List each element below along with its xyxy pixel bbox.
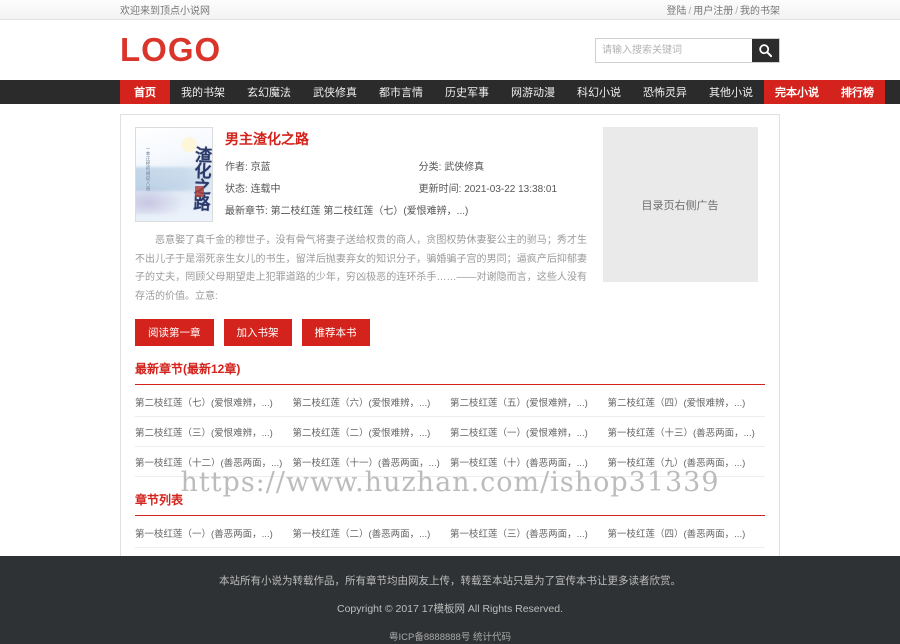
cover-seal-icon — [195, 186, 204, 197]
chapter-link[interactable]: 第二枝红莲（七）(爱恨难辨，...) — [135, 387, 293, 417]
nav-item-label: 历史军事 — [445, 87, 489, 99]
main-navigation: 首页 我的书架 玄幻魔法 武侠修真 都市言情 历史军事 网游动漫 科幻小说 恐怖灵异 其他小说 完本… — [0, 80, 900, 104]
nav-item-label: 科幻小说 — [577, 87, 621, 99]
nav-item-label: 恐怖灵异 — [643, 87, 687, 99]
search-button[interactable] — [752, 38, 779, 62]
chapter-link[interactable]: 第二枝红莲（五）(爱恨难辨，...) — [450, 387, 608, 417]
chapter-link[interactable]: 第一枝红莲（十三）(善恶两面，...) — [607, 417, 765, 447]
latest-chapters-heading: 最新章节(最新12章) — [135, 346, 765, 385]
chapter-list-heading: 章节列表 — [135, 477, 765, 516]
book-author-cell: 作者: 京蓝 — [225, 158, 419, 173]
book-title: 男主渣化之路 — [225, 131, 309, 147]
chapter-link[interactable]: 第一枝红莲（九）(善恶两面，...) — [607, 447, 765, 477]
link-separator: / — [688, 6, 692, 17]
footer-copyright: Copyright © 2017 17模板网 All Rights Reserv… — [336, 603, 563, 615]
chapter-link[interactable]: 第一枝红莲（十二）(善恶两面，...) — [135, 447, 293, 477]
nav-item-label: 排行榜 — [841, 87, 874, 99]
site-header: LOGO — [0, 20, 900, 80]
nav-item-4[interactable]: 都市言情 — [368, 80, 434, 104]
book-cover-image[interactable]: 渣化之路 一本正经的胡说八道 — [135, 127, 213, 222]
search-icon — [758, 43, 773, 58]
nav-item-3[interactable]: 武侠修真 — [302, 80, 368, 104]
chapter-link[interactable]: 第二枝红莲（四）(爱恨难辨，...) — [607, 387, 765, 417]
chapter-link[interactable]: 第二枝红莲（一）(爱恨难辨，...) — [450, 417, 608, 447]
top-utility-bar: 欢迎来到顶点小说网 登陆 / 用户注册 / 我的书架 — [0, 0, 900, 20]
latest-chapter-link[interactable]: 第二枝红莲 第二枝红莲（七）(爱恨难辨，...) — [271, 206, 469, 217]
book-meta-row-2: 状态: 连载中 更新时间: 2021-03-22 13:38:01 — [225, 180, 587, 195]
nav-item-label: 我的书架 — [181, 87, 225, 99]
nav-item-label: 其他小说 — [709, 87, 753, 99]
welcome-text: 欢迎来到顶点小说网 — [120, 6, 210, 17]
link-separator: / — [735, 6, 738, 17]
recommend-book-button[interactable]: 推荐本书 — [301, 319, 370, 346]
nav-item-11[interactable]: 排行榜 — [830, 80, 885, 104]
book-action-buttons: 阅读第一章 加入书架 推荐本书 — [135, 319, 587, 346]
footer-icp: 粤ICP备8888888号 统计代码 — [389, 632, 511, 643]
book-description: 恶意娶了真千金的穆世子，没有骨气将妻子送给权贵的商人，贪图权势休妻娶公主的驸马；… — [135, 235, 587, 302]
chapter-link[interactable]: 第二枝红莲（六）(爱恨难辨，...) — [292, 387, 450, 417]
footer-disclaimer: 本站所有小说为转载作品，所有章节均由网友上传，转载至本站只是为了宣传本书让更多读… — [219, 575, 681, 587]
chapter-link[interactable]: 第一枝红莲（一）(善恶两面，...) — [135, 518, 293, 548]
search-box — [595, 37, 780, 63]
update-time-label: 更新时间: — [418, 184, 462, 195]
nav-item-8[interactable]: 恐怖灵异 — [632, 80, 698, 104]
latest-chapters-list: 第二枝红莲（七）(爱恨难辨，...) 第二枝红莲（六）(爱恨难辨，...) 第二枝红… — [135, 387, 765, 477]
my-bookshelf-link[interactable]: 我的书架 — [740, 6, 780, 17]
search-input[interactable] — [596, 38, 752, 62]
chapter-link[interactable]: 第一枝红莲（四）(善恶两面，...) — [607, 518, 765, 548]
author-label: 作者: — [225, 162, 248, 173]
category-value[interactable]: 武侠修真 — [444, 162, 484, 173]
register-link[interactable]: 用户注册 — [693, 6, 733, 17]
book-latest-chapter-row: 最新章节: 第二枝红莲 第二枝红莲（七）(爱恨难辨，...) — [225, 202, 587, 217]
nav-item-label: 网游动漫 — [511, 87, 555, 99]
chapter-link[interactable]: 第二枝红莲（二）(爱恨难辨，...) — [292, 417, 450, 447]
status-value: 连载中 — [250, 184, 281, 195]
update-time-value: 2021-03-22 13:38:01 — [464, 184, 558, 195]
sidebar-advertisement[interactable]: 目录页右侧广告 — [602, 127, 758, 282]
status-label: 状态: — [225, 184, 248, 195]
cover-subtitle: 一本正经的胡说八道 — [146, 146, 151, 191]
nav-item-9[interactable]: 其他小说 — [698, 80, 764, 104]
book-category-cell: 分类: 武侠修真 — [419, 158, 587, 173]
nav-item-label: 玄幻魔法 — [247, 87, 291, 99]
login-link[interactable]: 登陆 — [666, 6, 686, 17]
book-detail: 渣化之路 一本正经的胡说八道 男主渣化之路 作者: 京蓝 分类: 武侠修真 状态… — [135, 127, 587, 222]
nav-item-label: 首页 — [134, 87, 156, 99]
author-value[interactable]: 京蓝 — [251, 162, 271, 173]
nav-item-6[interactable]: 网游动漫 — [500, 80, 566, 104]
category-label: 分类: — [418, 162, 442, 173]
nav-item-label: 武侠修真 — [313, 87, 357, 99]
add-to-bookshelf-button[interactable]: 加入书架 — [223, 319, 292, 346]
nav-item-7[interactable]: 科幻小说 — [566, 80, 632, 104]
chapter-link[interactable]: 第一枝红莲（二）(善恶两面，...) — [292, 518, 450, 548]
nav-item-label: 完本小说 — [775, 87, 819, 99]
chapter-link[interactable]: 第二枝红莲（三）(爱恨难辨，...) — [135, 417, 293, 447]
cover-wash-decoration-2 — [136, 185, 186, 214]
nav-item-2[interactable]: 玄幻魔法 — [236, 80, 302, 104]
nav-item-5[interactable]: 历史军事 — [434, 80, 500, 104]
book-status-cell: 状态: 连载中 — [225, 180, 419, 195]
read-first-chapter-button[interactable]: 阅读第一章 — [135, 319, 214, 346]
account-links: 登陆 / 用户注册 / 我的书架 — [666, 2, 780, 17]
nav-item-0[interactable]: 首页 — [120, 80, 170, 104]
book-update-time-cell: 更新时间: 2021-03-22 13:38:01 — [419, 180, 587, 195]
chapter-link[interactable]: 第一枝红莲（三）(善恶两面，...) — [450, 518, 608, 548]
cover-title-calligraphy: 渣化之路 — [188, 145, 212, 211]
nav-item-10[interactable]: 完本小说 — [764, 80, 830, 104]
site-logo[interactable]: LOGO — [120, 31, 221, 69]
sidebar-ad-column: 目录页右侧广告 — [595, 127, 765, 346]
latest-chapter-label: 最新章节: — [225, 206, 268, 217]
book-meta-row-1: 作者: 京蓝 分类: 武侠修真 — [225, 158, 587, 173]
nav-item-label: 都市言情 — [379, 87, 423, 99]
chapter-link[interactable]: 第一枝红莲（十）(善恶两面，...) — [450, 447, 608, 477]
site-footer: 本站所有小说为转载作品，所有章节均由网友上传，转载至本站只是为了宣传本书让更多读… — [0, 556, 900, 644]
chapter-link[interactable]: 第一枝红莲（十一）(善恶两面，...) — [292, 447, 450, 477]
nav-item-1[interactable]: 我的书架 — [170, 80, 236, 104]
